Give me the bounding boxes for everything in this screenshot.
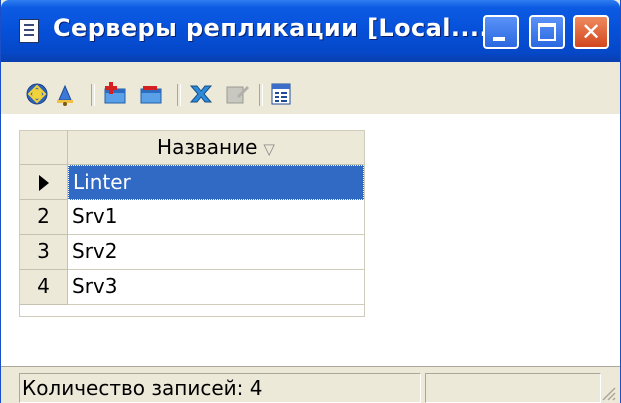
app-document-icon[interactable] (19, 19, 39, 43)
title-bar[interactable]: Серверы репликации [Local.... ✕ (1, 0, 620, 62)
table-cell-name[interactable]: Linter (68, 165, 364, 200)
table-view-icon (271, 83, 291, 105)
edit-button[interactable] (223, 80, 251, 108)
close-cross-icon (189, 85, 213, 103)
sort-descending-icon[interactable]: ▽ (263, 140, 275, 158)
delete-record-icon (140, 86, 162, 104)
add-record-button[interactable] (101, 80, 129, 108)
row-indicator: 4 (20, 270, 68, 305)
add-record-icon (104, 82, 126, 104)
row-indicator-current (20, 165, 68, 200)
table-cell-name[interactable]: Srv2 (68, 235, 364, 270)
refresh-icon (26, 83, 48, 105)
grid-corner-cell (20, 131, 68, 165)
column-header-label: Название (157, 135, 258, 159)
row-indicator: 2 (20, 200, 68, 235)
record-count-status: Количество записей: 4 (19, 373, 421, 403)
toolbar-separator (259, 84, 263, 106)
disconnect-button[interactable] (187, 80, 215, 108)
toolbar (1, 80, 620, 114)
toolbar-separator (177, 84, 181, 106)
resize-grip-icon[interactable] (598, 383, 616, 401)
delete-record-button[interactable] (137, 80, 165, 108)
table-view-button[interactable] (267, 80, 295, 108)
table-cell-name[interactable]: Srv1 (68, 200, 364, 235)
window-title: Серверы репликации [Local.... (53, 14, 489, 42)
status-panel-secondary (425, 373, 601, 403)
table-row[interactable]: Linter (20, 165, 364, 200)
close-icon: ✕ (580, 18, 602, 46)
current-row-arrow-icon (38, 174, 49, 191)
refresh-button[interactable] (23, 80, 51, 108)
table-row[interactable]: 3 Srv2 (20, 235, 364, 270)
row-indicator: 3 (20, 235, 68, 270)
table-row[interactable]: 4 Srv3 (20, 270, 364, 305)
table-cell-name[interactable]: Srv3 (68, 270, 364, 305)
notify-button[interactable] (51, 80, 79, 108)
close-button[interactable]: ✕ (573, 15, 609, 49)
servers-grid: Название ▽ Linter 2 Srv1 3 Srv2 4 Srv3 (19, 130, 365, 317)
edit-disabled-icon (226, 86, 249, 104)
bell-icon (57, 84, 73, 106)
maximize-button[interactable] (529, 15, 565, 49)
minimize-icon (493, 37, 505, 41)
minimize-button[interactable] (483, 15, 519, 49)
table-row[interactable]: 2 Srv1 (20, 200, 364, 235)
status-bar: Количество записей: 4 (1, 366, 620, 403)
maximize-icon (538, 23, 556, 41)
column-header-name[interactable]: Название ▽ (68, 131, 364, 165)
window: Серверы репликации [Local.... ✕ Название… (0, 0, 621, 403)
toolbar-separator (91, 84, 95, 106)
